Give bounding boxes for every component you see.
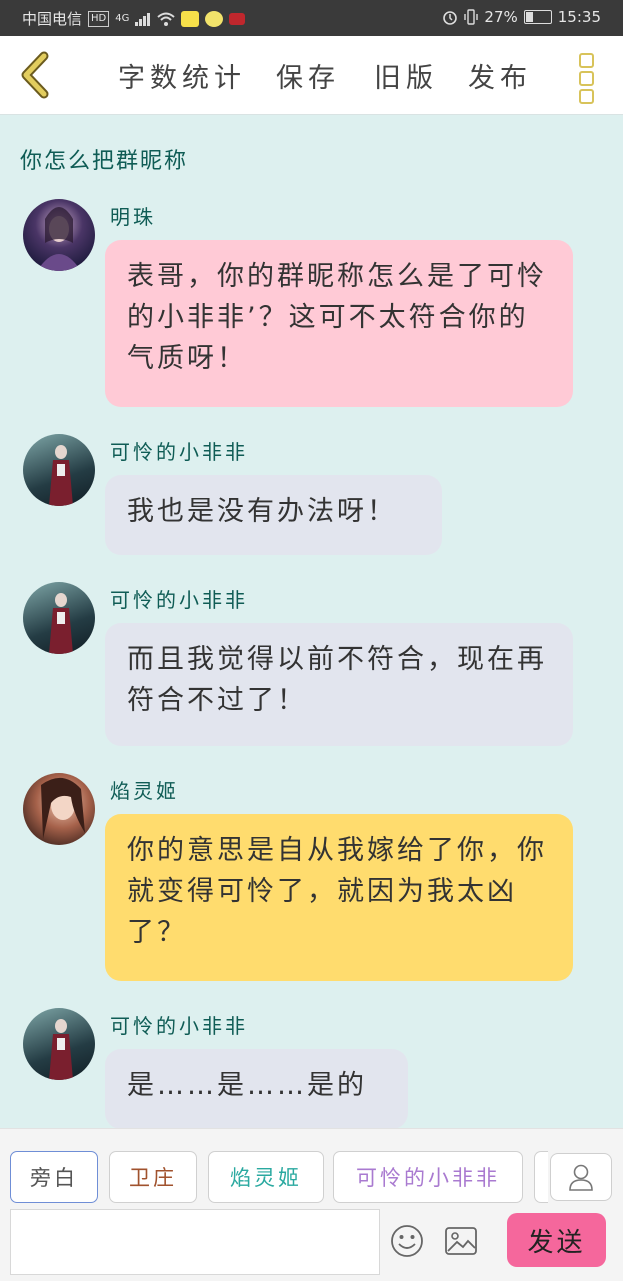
alarm-icon	[443, 11, 458, 25]
word-count-button[interactable]: 字数统计	[118, 56, 246, 95]
battery-percent: 27%	[484, 8, 518, 26]
character-chip-partial[interactable]	[534, 1151, 548, 1203]
story-prompt: 你怎么把群昵称	[20, 149, 189, 174]
network-type: 4G	[115, 13, 130, 24]
emoji-icon[interactable]	[389, 1223, 425, 1259]
avatar-xiaofeifei[interactable]	[23, 1008, 95, 1080]
message-bubble[interactable]: 你的意思是自从我嫁给了你，你就变得可怜了，就因为我太凶了？	[105, 814, 573, 981]
save-button[interactable]: 保存	[276, 56, 340, 95]
hd-badge: HD	[88, 10, 110, 27]
old-version-button[interactable]: 旧版	[374, 56, 438, 95]
compose-bar: 旁白 卫庄 焰灵姬 可怜的小非非 发送	[0, 1128, 623, 1281]
avatar-figure-icon	[37, 207, 81, 271]
avatar-figure-icon	[49, 593, 73, 654]
chat-area: 你怎么把群昵称 明珠 表哥，你的群昵称怎么是了可怜的小非非’？这可不太符合你的气…	[0, 115, 623, 1129]
message-bubble[interactable]: 我也是没有办法呀！	[105, 475, 442, 555]
speaker-name: 可怜的小非非	[110, 588, 248, 612]
chat-app-icon	[205, 10, 224, 27]
avatar-yanlingji[interactable]	[23, 773, 95, 845]
avatar-xiaofeifei[interactable]	[23, 434, 95, 506]
character-chip-narrator[interactable]: 旁白	[10, 1151, 98, 1203]
publish-button[interactable]: 发布	[468, 56, 532, 95]
wifi-icon	[157, 12, 176, 26]
speaker-name: 可怜的小非非	[110, 440, 248, 464]
avatar-figure-icon	[49, 1019, 73, 1080]
character-chip-yanlingji[interactable]: 焰灵姬	[208, 1151, 324, 1203]
app-notification-icon	[181, 10, 200, 27]
avatar-xiaofeifei[interactable]	[23, 582, 95, 654]
character-chip-weizhuang[interactable]: 卫庄	[109, 1151, 197, 1203]
image-icon[interactable]	[443, 1223, 479, 1259]
back-arrow-icon[interactable]	[14, 50, 58, 100]
speaker-name: 可怜的小非非	[110, 1014, 248, 1038]
speaker-name: 焰灵姬	[110, 779, 179, 803]
huawei-icon	[229, 12, 246, 25]
message-input[interactable]	[10, 1209, 380, 1275]
signal-icon	[135, 12, 151, 26]
message-bubble[interactable]: 而且我觉得以前不符合，现在再符合不过了！	[105, 623, 573, 746]
carrier-label: 中国电信	[22, 10, 83, 28]
more-menu-icon[interactable]	[572, 50, 600, 104]
character-chip-xiaofeifei[interactable]: 可怜的小非非	[333, 1151, 523, 1203]
status-bar: 中国电信 HD 4G 27% 15:35	[0, 0, 623, 36]
editor-toolbar: 字数统计 保存 旧版 发布	[0, 36, 623, 115]
add-character-button[interactable]	[550, 1153, 612, 1201]
clock: 15:35	[557, 8, 601, 26]
message-bubble[interactable]: 是……是……是的	[105, 1049, 408, 1129]
vibrate-icon	[464, 9, 479, 25]
message-bubble[interactable]: 表哥，你的群昵称怎么是了可怜的小非非’？这可不太符合你的气质呀！	[105, 240, 573, 407]
send-button[interactable]: 发送	[507, 1213, 606, 1267]
speaker-name: 明珠	[110, 205, 156, 229]
user-icon	[569, 1164, 593, 1191]
avatar-figure-icon	[41, 777, 85, 839]
avatar-figure-icon	[49, 445, 73, 506]
avatar-mingzhu[interactable]	[23, 199, 95, 271]
battery-icon	[523, 10, 552, 24]
